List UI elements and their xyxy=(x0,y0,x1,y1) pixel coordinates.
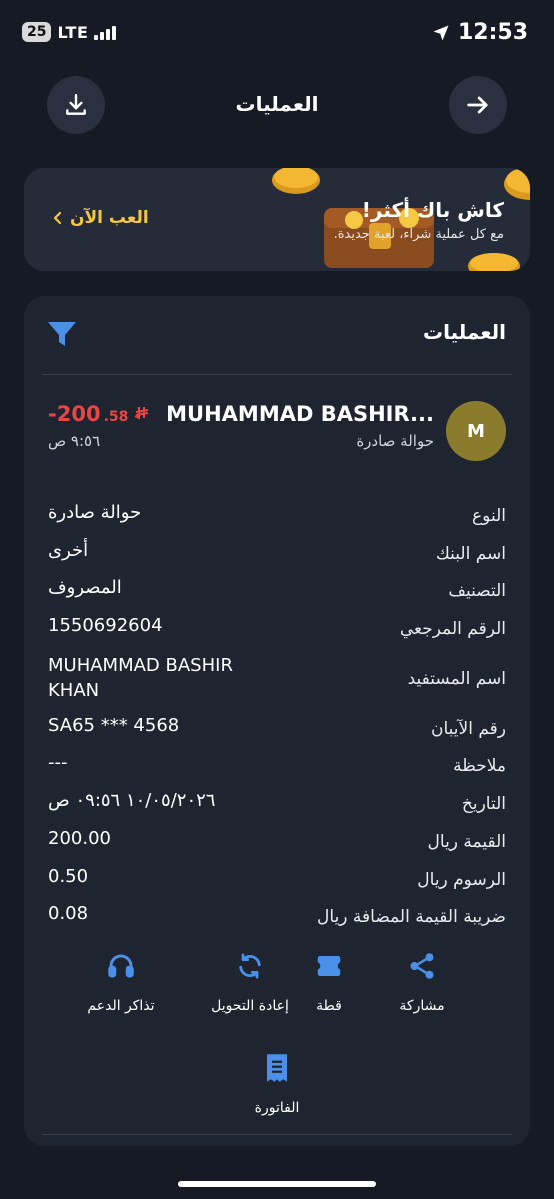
split-bill-icon xyxy=(317,956,341,976)
detail-key: رقم الآيبان xyxy=(431,718,506,739)
transactions-title: العمليات xyxy=(423,320,506,344)
detail-row-vat: ضريبة القيمة المضافة ريال 0.08 xyxy=(24,899,530,937)
promo-subtitle: مع كل عملية شراء، لعبة جديدة. xyxy=(333,227,504,242)
detail-value: --- xyxy=(48,752,68,774)
clock: 12:53 xyxy=(457,20,528,45)
filter-icon[interactable] xyxy=(46,320,78,348)
avatar: M xyxy=(446,401,506,461)
transactions-header: العمليات xyxy=(24,296,530,374)
detail-value: MUHAMMAD BASHIR KHAN xyxy=(48,654,233,701)
detail-value[interactable]: SA65 *** 4568 xyxy=(48,715,179,736)
amount-integer: -200 xyxy=(48,402,101,426)
detail-key: القيمة ريال xyxy=(427,831,506,852)
location-arrow-icon xyxy=(433,25,449,40)
detail-row-category: التصنيف المصروف xyxy=(24,573,530,611)
detail-row-value: القيمة ريال 200.00 xyxy=(24,824,530,862)
status-right: 12:53 xyxy=(432,20,528,45)
support-tickets-label: تذاكر الدعم xyxy=(87,998,155,1014)
back-button[interactable] xyxy=(449,76,507,134)
repeat-icon xyxy=(239,953,261,979)
detail-row-reference: الرقم المرجعي 1550692604 xyxy=(24,611,530,649)
detail-row-type: النوع حوالة صادرة xyxy=(24,498,530,536)
detail-key: ضريبة القيمة المضافة ريال xyxy=(317,907,506,928)
detail-value: ١٠/٠٥/٢٠٢٦ ٠٩:٥٦ ص xyxy=(48,790,216,812)
chevron-left-icon xyxy=(53,211,62,225)
home-indicator[interactable] xyxy=(178,1181,376,1187)
detail-row-beneficiary: اسم المستفيد MUHAMMAD BASHIR KHAN xyxy=(24,649,530,711)
transaction-amount: -200 .58 xyxy=(48,402,150,426)
riyal-icon xyxy=(134,405,150,426)
share-icon xyxy=(410,953,434,979)
detail-value: 200.00 xyxy=(48,827,111,849)
invoice-label: الفاتورة xyxy=(254,1100,300,1116)
receipt-icon xyxy=(267,1054,287,1082)
detail-row-date: التاريخ ١٠/٠٥/٢٠٢٦ ٠٩:٥٦ ص xyxy=(24,786,530,824)
invoice-button[interactable]: الفاتورة xyxy=(222,1048,332,1116)
detail-key: الرسوم ريال xyxy=(417,869,506,890)
play-now-label: العب الآن xyxy=(70,208,149,228)
section-divider xyxy=(42,374,512,375)
detail-value: المصروف xyxy=(48,577,122,599)
signal-icon xyxy=(94,24,117,40)
transactions-section: العمليات M MUHAMMAD BASHIR... حوالة صادر… xyxy=(24,296,530,1146)
amount-decimal: .58 xyxy=(103,409,129,425)
detail-row-bank: اسم البنك أخرى xyxy=(24,536,530,574)
detail-key: اسم البنك xyxy=(435,543,506,564)
detail-key: اسم المستفيد xyxy=(407,668,506,689)
detail-key: ملاحظة xyxy=(453,756,506,777)
cashback-promo-banner[interactable]: كاش باك أكثر! مع كل عملية شراء، لعبة جدي… xyxy=(24,168,530,271)
repeat-transfer-label: إعادة التحويل xyxy=(211,998,289,1014)
detail-key: الرقم المرجعي xyxy=(399,619,506,640)
transaction-actions: مشاركة قطة إعادة التحويل تذاكر الدعم xyxy=(24,946,530,1046)
transaction-time: ٩:٥٦ ص xyxy=(48,432,101,450)
detail-key: النوع xyxy=(472,506,506,526)
header: العمليات xyxy=(0,76,554,136)
payee-name: MUHAMMAD BASHIR... xyxy=(166,402,434,426)
transaction-details: النوع حوالة صادرة اسم البنك أخرى التصنيف… xyxy=(24,498,530,937)
detail-row-fees: الرسوم ريال 0.50 xyxy=(24,862,530,900)
detail-value: حوالة صادرة xyxy=(48,502,142,523)
promo-title: كاش باك أكثر! xyxy=(361,198,504,222)
detail-value: 0.50 xyxy=(48,865,89,887)
status-bar: 25 LTE 12:53 xyxy=(0,0,554,68)
detail-key: التصنيف xyxy=(448,581,506,602)
network-type: LTE xyxy=(57,22,89,42)
support-tickets-button[interactable]: تذاكر الدعم xyxy=(66,946,176,1014)
play-now-link[interactable]: العب الآن xyxy=(52,208,149,228)
bottom-divider xyxy=(42,1134,512,1135)
detail-value: أخرى xyxy=(48,539,89,561)
detail-value[interactable]: 1550692604 xyxy=(48,615,163,636)
transaction-type: حوالة صادرة xyxy=(356,432,434,450)
battery-indicator: 25 xyxy=(22,22,52,42)
detail-row-iban: رقم الآيبان SA65 *** 4568 xyxy=(24,711,530,749)
repeat-transfer-button[interactable]: إعادة التحويل xyxy=(195,946,305,1014)
status-left: 25 LTE xyxy=(22,22,117,42)
detail-key: التاريخ xyxy=(461,794,506,815)
detail-value: 0.08 xyxy=(48,903,89,925)
headset-icon xyxy=(108,954,134,978)
arrow-right-icon xyxy=(467,96,488,114)
detail-row-note: ملاحظة --- xyxy=(24,748,530,786)
